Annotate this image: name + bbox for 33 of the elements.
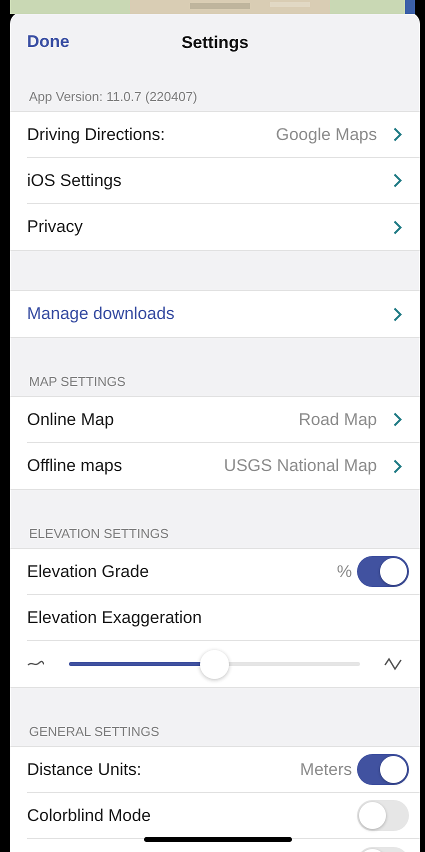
toggle-switch[interactable]: [357, 754, 409, 785]
row-value: Road Map: [298, 410, 377, 430]
row-label: Distance Units:: [27, 760, 142, 780]
chevron-icon[interactable]: [393, 412, 402, 427]
row-label: Elevation Grade: [27, 562, 149, 582]
slider-thumb[interactable]: [200, 650, 229, 678]
row-label: iOS Settings: [27, 170, 122, 190]
row-value: %: [336, 562, 352, 582]
chevron-icon[interactable]: [393, 173, 402, 188]
toggle-switch[interactable]: [357, 800, 409, 831]
row-label: Online Map: [27, 410, 114, 430]
section-header: GENERAL SETTINGS: [29, 724, 160, 739]
row-label: Colorblind Mode: [27, 806, 151, 826]
wave-icon: [27, 660, 45, 668]
chevron-icon[interactable]: [393, 127, 402, 142]
chevron-icon[interactable]: [393, 306, 402, 322]
section-header: ELEVATION SETTINGS: [29, 526, 169, 541]
chevron-icon[interactable]: [393, 220, 402, 234]
chevron-icon[interactable]: [393, 458, 402, 474]
row-value: USGS National Map: [224, 456, 377, 476]
row-label: Offline maps: [27, 456, 122, 476]
window-title: Settings: [181, 32, 249, 52]
row-label: Driving Directions:: [27, 124, 165, 144]
zigzag-icon: [384, 656, 402, 672]
toggle-switch[interactable]: [357, 556, 409, 587]
row-value: Google Maps: [276, 124, 377, 144]
row-label: Privacy: [27, 217, 83, 237]
row-value: Meters: [300, 760, 352, 780]
done-button[interactable]: Done: [27, 32, 70, 52]
section-header: App Version: 11.0.7 (220407): [29, 89, 198, 104]
section-header: MAP SETTINGS: [29, 374, 126, 389]
row-label: Elevation Exaggeration: [27, 608, 202, 628]
manage-downloads-link[interactable]: Manage downloads: [27, 304, 174, 324]
